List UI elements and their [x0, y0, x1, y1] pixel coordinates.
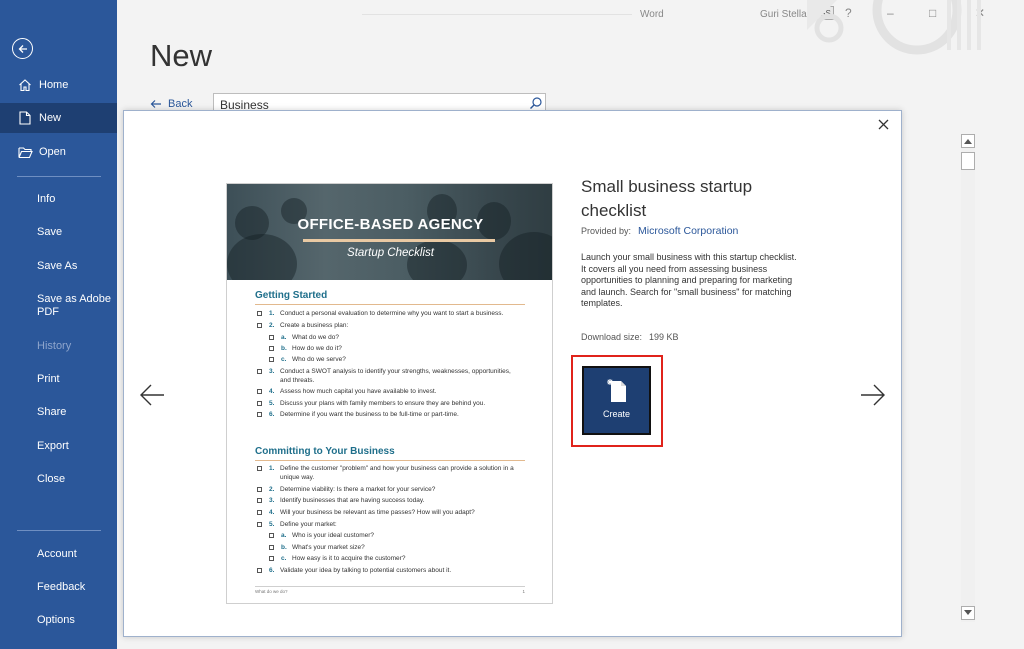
sidebar-item-save-as[interactable]: Save As — [37, 260, 112, 273]
checklist-item: 4. Will your business be relevant as time… — [257, 508, 520, 517]
search-icon[interactable] — [529, 96, 543, 110]
preview-banner: OFFICE-BASED AGENCY Startup Checklist — [227, 184, 552, 280]
user-name[interactable]: Guri Stella — [760, 9, 807, 20]
sidebar-item-label: New — [39, 111, 62, 124]
sidebar-item-info[interactable]: Info — [37, 193, 112, 206]
download-size-value: 199 KB — [649, 332, 679, 342]
sidebar-item-label: Open — [39, 145, 66, 158]
preview-footer: What do we do? 1 — [255, 586, 525, 594]
back-link[interactable]: Back — [150, 98, 192, 110]
section-rule — [255, 460, 525, 461]
vertical-scrollbar[interactable] — [961, 134, 975, 622]
sidebar-item-share[interactable]: Share — [37, 406, 112, 419]
section-rule — [255, 304, 525, 305]
template-description: Launch your small business with this sta… — [581, 252, 797, 308]
checklist-item: 5. Discuss your plans with family members… — [257, 399, 520, 408]
provided-by-label: Provided by: — [581, 226, 632, 236]
page-title: New — [150, 38, 213, 73]
checklist-item: c. Who do we serve? — [269, 355, 532, 364]
sidebar-divider — [17, 176, 101, 177]
checklist-item: 3. Conduct a SWOT analysis to identify yo… — [257, 367, 520, 385]
caret-up-icon — [964, 139, 972, 144]
sidebar-item-save-as-adobe-pdf[interactable]: Save as Adobe PDF — [37, 293, 112, 319]
scroll-thumb[interactable] — [961, 152, 975, 170]
close-icon — [878, 119, 888, 129]
checklist-item: 4. Assess how much capital you have avail… — [257, 387, 520, 396]
footer-left: What do we do? — [255, 589, 288, 594]
caret-down-icon — [964, 610, 972, 615]
template-preview-dialog: OFFICE-BASED AGENCY Startup Checklist Ge… — [123, 110, 902, 637]
sidebar-item-print[interactable]: Print — [37, 373, 112, 386]
checklist-item: a. What do we do? — [269, 333, 532, 342]
previous-template-arrow-icon[interactable] — [139, 381, 167, 409]
next-template-arrow-icon[interactable] — [858, 381, 886, 409]
checklist-item: 1. Conduct a personal evaluation to deter… — [257, 309, 520, 318]
checklist-item: 5. Define your market: — [257, 520, 520, 529]
sidebar-item-options[interactable]: Options — [37, 614, 112, 627]
checklist-item: a. Who is your ideal customer? — [269, 531, 532, 540]
banner-title: OFFICE-BASED AGENCY — [297, 216, 484, 233]
section-heading: Getting Started — [255, 290, 328, 301]
new-document-sparkle-icon — [606, 379, 626, 402]
sidebar-item-account[interactable]: Account — [37, 548, 112, 561]
back-label: Back — [168, 98, 193, 110]
sidebar-item-close[interactable]: Close — [37, 473, 112, 486]
template-title: Small business startup checklist — [581, 177, 753, 220]
sidebar-item-feedback[interactable]: Feedback — [37, 581, 112, 594]
sidebar-item-label: Home — [39, 78, 69, 91]
section-heading: Committing to Your Business — [255, 446, 395, 457]
checklist-item: 6. Validate your idea by talking to poten… — [257, 566, 520, 575]
scroll-down-button[interactable] — [961, 606, 975, 620]
sidebar-item-history: History — [37, 340, 72, 352]
checklist-item: b. How do we do it? — [269, 344, 532, 353]
page-number: 1 — [522, 589, 525, 594]
scroll-up-button[interactable] — [961, 134, 975, 148]
sidebar-item-save[interactable]: Save — [37, 226, 112, 239]
checklist-item: 2. Create a business plan: — [257, 321, 520, 330]
download-size-label: Download size: — [581, 332, 643, 342]
back-arrow-button[interactable] — [12, 38, 33, 59]
sidebar-item-home[interactable]: Home — [0, 70, 117, 100]
backstage-decoration — [807, 0, 981, 55]
checklist-item: 6. Determine if you want the business to … — [257, 410, 520, 419]
banner-divider — [303, 239, 495, 242]
banner-subtitle: Startup Checklist — [347, 247, 434, 259]
app-name: Word — [640, 9, 664, 20]
provider-link[interactable]: Microsoft Corporation — [638, 225, 738, 237]
backstage-sidebar: Home New Open Info Save Save As Save as … — [0, 0, 117, 649]
sidebar-item-new[interactable]: New — [0, 103, 117, 133]
sidebar-divider — [17, 530, 101, 531]
template-thumbnail: OFFICE-BASED AGENCY Startup Checklist Ge… — [226, 183, 553, 604]
checklist-item: c. How easy is it to acquire the customer… — [269, 554, 532, 563]
home-icon — [17, 77, 33, 93]
sidebar-item-open[interactable]: Open — [0, 137, 117, 167]
create-label: Create — [602, 409, 630, 419]
back-arrow-icon — [18, 44, 27, 53]
create-button[interactable]: Create — [582, 366, 651, 435]
close-dialog-button[interactable] — [875, 116, 891, 132]
back-arrow-icon — [150, 100, 161, 108]
checklist-item: 1. Define the customer "problem" and how … — [257, 464, 520, 482]
checklist-item: 2. Determine viability: Is there a market… — [257, 485, 520, 494]
sidebar-item-export[interactable]: Export — [37, 440, 112, 453]
checklist-item: b. What's your market size? — [269, 543, 532, 552]
new-document-icon — [17, 110, 33, 126]
checklist-item: 3. Identify businesses that are having su… — [257, 496, 520, 505]
open-folder-icon — [17, 144, 33, 160]
titlebar-separator — [362, 14, 632, 15]
